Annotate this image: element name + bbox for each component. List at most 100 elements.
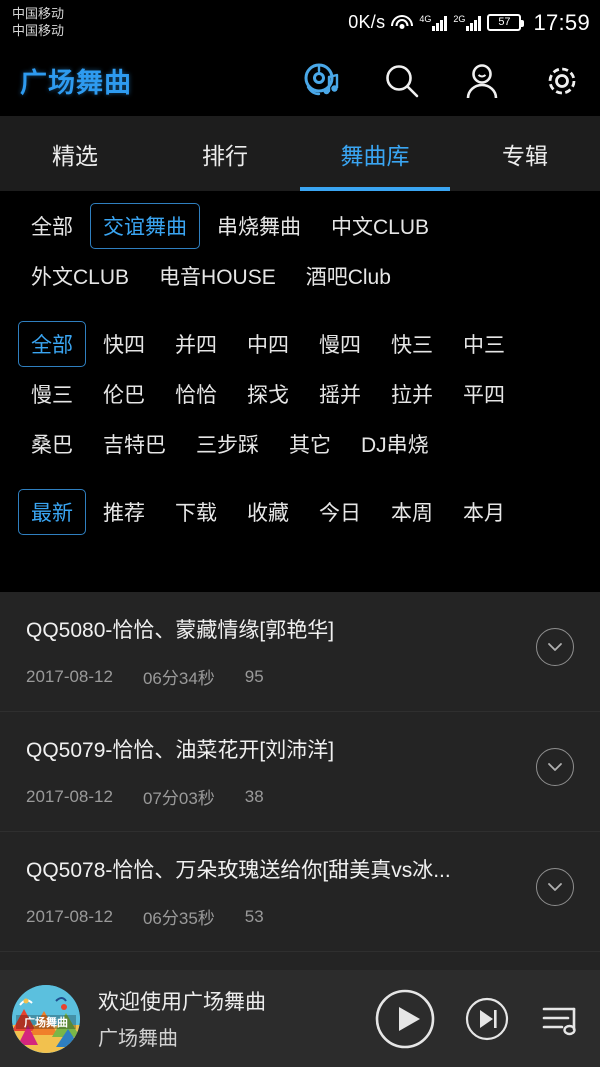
- chip-style-qiaqia[interactable]: 恰恰: [162, 371, 230, 417]
- signal-1-label: 4G: [419, 14, 432, 24]
- song-duration: 06分35秒: [142, 909, 215, 928]
- chip-category-chuanshaowuqu[interactable]: 串烧舞曲: [204, 203, 314, 249]
- app-title: 广场舞曲: [20, 68, 132, 98]
- album-art[interactable]: 广场舞曲: [12, 984, 80, 1053]
- filter-group-category: 全部 交谊舞曲 串烧舞曲 中文CLUB 外文CLUB 电音HOUSE 酒吧Clu…: [0, 197, 600, 305]
- chip-sort-benzhou[interactable]: 本周: [378, 489, 446, 535]
- disc-music-icon[interactable]: [302, 61, 342, 101]
- chip-style-zhongsi[interactable]: 中四: [234, 321, 302, 367]
- song-info: QQ5079-恰恰、油菜花开[刘沛洋] 2017-08-12 07分03秒 38: [26, 734, 580, 809]
- song-list[interactable]: QQ5080-恰恰、蒙藏情缘[郭艳华] 2017-08-12 06分34秒 95…: [0, 592, 600, 970]
- song-date: 2017-08-12: [26, 786, 113, 806]
- filter-group-sort: 最新 推荐 下载 收藏 今日 本周 本月: [0, 483, 600, 541]
- filter-panel: 全部 交谊舞曲 串烧舞曲 中文CLUB 外文CLUB 电音HOUSE 酒吧Clu…: [0, 191, 600, 549]
- chip-style-mansan[interactable]: 慢三: [18, 371, 86, 417]
- chevron-down-icon[interactable]: [536, 628, 574, 666]
- table-row[interactable]: QQ5080-恰恰、蒙藏情缘[郭艳华] 2017-08-12 06分34秒 95: [0, 592, 600, 712]
- chip-category-dianyinhouse[interactable]: 电音HOUSE: [146, 253, 289, 299]
- carrier-labels: 中国移动 中国移动: [12, 6, 64, 39]
- player-subtitle: 广场舞曲: [98, 1028, 178, 1050]
- chip-style-pingsi[interactable]: 平四: [450, 371, 518, 417]
- chip-style-sanbucai[interactable]: 三步踩: [183, 421, 272, 467]
- signal-2-bars: [466, 14, 482, 31]
- chip-style-jiteba[interactable]: 吉特巴: [90, 421, 179, 467]
- chip-style-qita[interactable]: 其它: [276, 421, 344, 467]
- chip-style-lunba[interactable]: 伦巴: [90, 371, 158, 417]
- song-date: 2017-08-12: [26, 906, 113, 926]
- chip-style-kuaisan[interactable]: 快三: [378, 321, 446, 367]
- table-row[interactable]: 恰恰、醉美酒吧[郭艳华] 2017-08-12: [0, 952, 600, 970]
- next-button[interactable]: [464, 996, 510, 1042]
- app-bar: 广场舞曲: [0, 45, 600, 116]
- chip-sort-xiazai[interactable]: 下载: [162, 489, 230, 535]
- chip-sort-zuixin[interactable]: 最新: [18, 489, 86, 535]
- filter-spacer-1: [0, 305, 600, 315]
- user-icon[interactable]: [462, 61, 502, 101]
- chip-category-quanbu[interactable]: 全部: [18, 203, 86, 249]
- chevron-down-icon[interactable]: [536, 868, 574, 906]
- chip-style-labing[interactable]: 拉并: [378, 371, 446, 417]
- table-row[interactable]: QQ5079-恰恰、油菜花开[刘沛洋] 2017-08-12 07分03秒 38: [0, 712, 600, 832]
- chip-category-jiaoyiwuqu[interactable]: 交谊舞曲: [90, 203, 200, 249]
- chip-sort-shoucang[interactable]: 收藏: [234, 489, 302, 535]
- chip-sort-jinri[interactable]: 今日: [306, 489, 374, 535]
- svg-text:广场舞曲: 广场舞曲: [24, 1015, 68, 1029]
- chip-sort-benyue[interactable]: 本月: [450, 489, 518, 535]
- player-bar: 广场舞曲 欢迎使用广场舞曲 广场舞曲: [0, 970, 600, 1067]
- filter-row-style-1: 全部 快四 并四 中四 慢四 快三 中三: [0, 319, 600, 369]
- battery-level: 57: [498, 16, 511, 28]
- chip-style-djchuanshao[interactable]: DJ串烧: [348, 421, 442, 467]
- play-button[interactable]: [374, 988, 436, 1050]
- chip-style-sangba[interactable]: 桑巴: [18, 421, 86, 467]
- chip-style-bingsi[interactable]: 并四: [162, 321, 230, 367]
- table-row[interactable]: QQ5078-恰恰、万朵玫瑰送给你[甜美真vs冰... 2017-08-12 0…: [0, 832, 600, 952]
- song-duration: 06分34秒: [142, 669, 215, 688]
- chip-style-zhongsan[interactable]: 中三: [450, 321, 518, 367]
- tab-jingxuan[interactable]: 精选: [0, 116, 150, 191]
- signal-1: 4G: [419, 14, 448, 31]
- tab-paihang[interactable]: 排行: [150, 116, 300, 191]
- gear-icon[interactable]: [542, 61, 582, 101]
- tab-wuqu-ku[interactable]: 舞曲库: [300, 116, 450, 191]
- song-meta: 2017-08-12 06分35秒 53: [26, 904, 580, 929]
- network-speed: 0K/s: [348, 12, 386, 32]
- filter-row-sort-1: 最新 推荐 下载 收藏 今日 本周 本月: [0, 487, 600, 537]
- song-info: QQ5078-恰恰、万朵玫瑰送给你[甜美真vs冰... 2017-08-12 0…: [26, 854, 580, 929]
- player-track-info: 欢迎使用广场舞曲 广场舞曲: [98, 986, 364, 1051]
- signal-1-bars: [432, 14, 448, 31]
- carrier-1: 中国移动: [12, 6, 65, 22]
- battery-icon: 57: [487, 14, 525, 31]
- search-icon[interactable]: [382, 61, 422, 101]
- song-meta: 2017-08-12 06分34秒 95: [26, 664, 580, 689]
- playlist-button[interactable]: [538, 996, 584, 1042]
- chip-category-jiubaclub[interactable]: 酒吧Club: [293, 253, 404, 299]
- app-bar-actions: [302, 61, 582, 101]
- chip-category-waiwenclub[interactable]: 外文CLUB: [18, 253, 142, 299]
- song-count: 38: [244, 786, 264, 806]
- chip-style-kuaisi[interactable]: 快四: [90, 321, 158, 367]
- song-date: 2017-08-12: [26, 666, 113, 686]
- filter-spacer-2: [0, 473, 600, 483]
- status-indicators: 0K/s 4G 2G 57 17:59: [348, 10, 590, 36]
- chip-style-quanbu[interactable]: 全部: [18, 321, 86, 367]
- song-title: QQ5079-恰恰、油菜花开[刘沛洋]: [26, 739, 335, 762]
- song-duration: 07分03秒: [142, 789, 215, 808]
- song-title: QQ5078-恰恰、万朵玫瑰送给你[甜美真vs冰...: [26, 859, 451, 882]
- filter-row-category-2: 外文CLUB 电音HOUSE 酒吧Club: [0, 251, 600, 301]
- song-title: QQ5080-恰恰、蒙藏情缘[郭艳华]: [26, 619, 335, 642]
- chip-sort-tuijian[interactable]: 推荐: [90, 489, 158, 535]
- signal-2: 2G: [453, 14, 482, 31]
- chip-style-mansi[interactable]: 慢四: [306, 321, 374, 367]
- filter-row-category-1: 全部 交谊舞曲 串烧舞曲 中文CLUB: [0, 201, 600, 251]
- tab-bar: 精选 排行 舞曲库 专辑: [0, 116, 600, 191]
- signal-2-label: 2G: [453, 14, 466, 24]
- chip-style-tange[interactable]: 探戈: [234, 371, 302, 417]
- song-meta: 2017-08-12 07分03秒 38: [26, 784, 580, 809]
- status-bar: 中国移动 中国移动 0K/s 4G 2G 57 17:59: [0, 0, 600, 45]
- tab-zhuanji[interactable]: 专辑: [450, 116, 600, 191]
- wifi-icon: [391, 14, 414, 31]
- chip-category-zhongwenclub[interactable]: 中文CLUB: [318, 203, 442, 249]
- chip-style-yaobing[interactable]: 摇并: [306, 371, 374, 417]
- chevron-down-icon[interactable]: [536, 748, 574, 786]
- filter-group-style: 全部 快四 并四 中四 慢四 快三 中三 慢三 伦巴 恰恰 探戈 摇并 拉并 平…: [0, 315, 600, 473]
